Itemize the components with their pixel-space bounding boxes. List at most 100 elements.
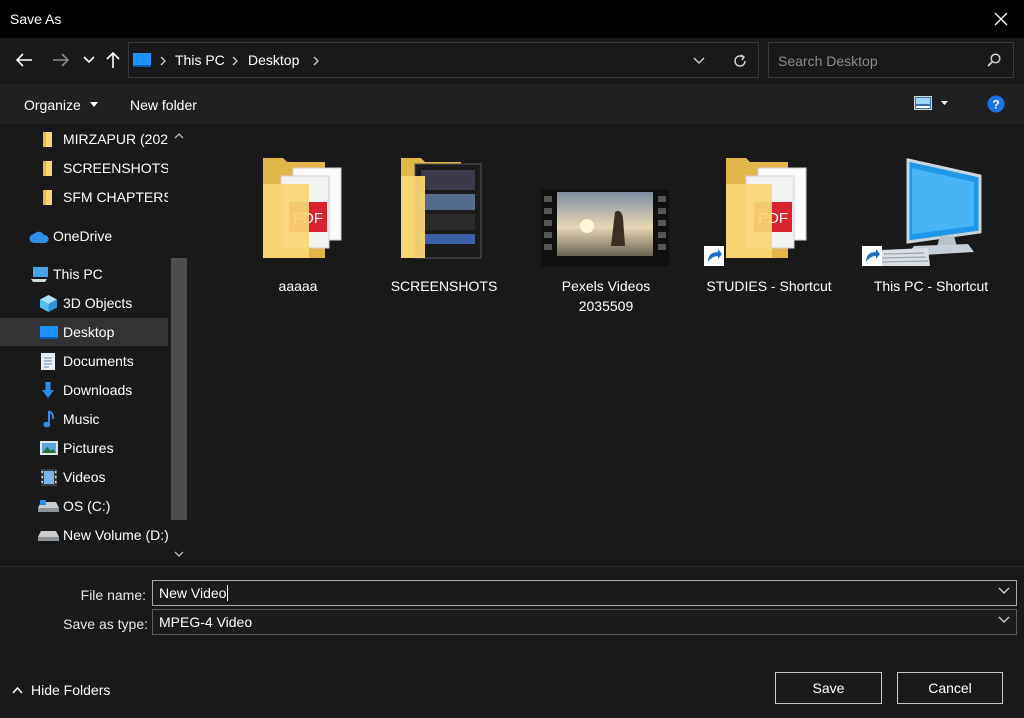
nav-item-onedrive[interactable]: OneDrive (0, 222, 168, 250)
nav-item-label: Videos (63, 469, 106, 485)
folder-icon (43, 161, 52, 176)
folder-icon (43, 190, 52, 205)
recent-locations-button[interactable] (77, 48, 101, 72)
dialog-title: Save As (10, 11, 62, 27)
scrollbar-thumb[interactable] (171, 258, 187, 520)
nav-item-desktop[interactable]: Desktop (0, 318, 168, 346)
nav-item-videos[interactable]: Videos (0, 463, 168, 491)
nav-item-label: Desktop (63, 324, 115, 340)
drive-icon (38, 500, 59, 512)
nav-item-documents[interactable]: Documents (0, 347, 168, 375)
search-icon[interactable] (987, 53, 1001, 67)
up-button[interactable] (101, 48, 125, 72)
nav-item-label: OS (C:) (63, 498, 111, 514)
cancel-button[interactable]: Cancel (897, 672, 1003, 704)
nav-item-mirzapur[interactable]: MIRZAPUR (2020 (0, 125, 171, 153)
nav-item-music[interactable]: Music (0, 405, 168, 433)
file-name: SCREENSHOTS (390, 278, 498, 294)
pictures-icon (40, 441, 58, 455)
refresh-icon[interactable] (732, 53, 748, 69)
screenshots-folder-icon (401, 158, 482, 259)
nav-item-new-volume-d[interactable]: New Volume (D:) (0, 521, 169, 549)
nav-item-screenshots[interactable]: SCREENSHOTS (0, 154, 170, 182)
hide-folders-label: Hide Folders (31, 682, 111, 698)
file-item[interactable]: This PC - Shortcut (850, 138, 1012, 294)
nav-item-this-pc[interactable]: This PC (0, 260, 168, 288)
breadcrumb-this-pc[interactable]: This PC (175, 52, 225, 68)
nav-item-label: This PC (53, 266, 103, 282)
organize-button[interactable]: Organize (24, 97, 98, 113)
organize-label: Organize (24, 97, 81, 113)
view-options-button[interactable] (914, 96, 948, 110)
chevron-right-icon (232, 56, 238, 66)
nav-item-pictures[interactable]: Pictures (0, 434, 168, 462)
nav-item-label: SCREENSHOTS (63, 160, 170, 176)
forward-button[interactable] (49, 48, 73, 72)
file-item[interactable]: Pexels Videos 2035509 (525, 138, 687, 314)
nav-item-3d-objects[interactable]: 3D Objects (0, 289, 168, 317)
save-button[interactable]: Save (775, 672, 882, 704)
video-thumbnail-icon (541, 190, 669, 266)
nav-item-label: 3D Objects (63, 295, 133, 311)
arrow-up-icon (106, 51, 120, 68)
cube-icon (40, 295, 57, 312)
caret-down-icon (89, 102, 98, 107)
nav-item-label: OneDrive (53, 228, 113, 244)
file-name: aaaaa (278, 278, 318, 294)
nav-item-label: Downloads (63, 382, 133, 398)
nav-item-downloads[interactable]: Downloads (0, 376, 168, 404)
videos-icon (41, 469, 57, 486)
pdf-folder-icon: PDF (263, 158, 342, 258)
caret-down-icon (941, 101, 948, 105)
chevron-down-icon[interactable] (998, 587, 1010, 595)
nav-item-label: Pictures (63, 440, 114, 456)
close-button[interactable] (978, 0, 1024, 38)
nav-scrollbar[interactable] (168, 124, 190, 566)
file-item[interactable]: PDF aaaaa (217, 138, 379, 294)
desktop-icon (133, 53, 151, 67)
file-name: Pexels Videos 2035509 (561, 278, 651, 314)
file-item[interactable]: PDF STUDIES - Shortcut (688, 138, 850, 294)
chevron-up-icon[interactable] (174, 133, 184, 139)
file-name: STUDIES - Shortcut (706, 278, 832, 294)
save-as-type-select[interactable]: MPEG-4 Video (152, 609, 1017, 635)
nav-item-os-c[interactable]: OS (C:) (0, 492, 168, 520)
chevron-down-icon[interactable] (998, 616, 1010, 624)
help-icon: ? (987, 95, 1005, 113)
desktop-icon (40, 326, 58, 339)
breadcrumb-desktop[interactable]: Desktop (248, 52, 299, 68)
nav-item-label: Documents (63, 353, 134, 369)
nav-item-label: SFM CHAPTERS (63, 189, 173, 205)
back-button[interactable] (12, 48, 36, 72)
search-box[interactable]: Search Desktop (768, 42, 1014, 78)
nav-item-label: New Volume (D:) (63, 527, 169, 543)
chevron-down-icon[interactable] (174, 551, 184, 557)
chevron-down-icon[interactable] (693, 57, 705, 65)
file-name-label: File name: (80, 587, 146, 603)
chevron-right-icon (160, 56, 166, 66)
file-name-value[interactable]: New Video (159, 585, 229, 601)
download-icon (42, 382, 54, 398)
file-item[interactable]: SCREENSHOTS (363, 138, 525, 294)
close-icon (994, 12, 1008, 26)
save-as-dialog: Save As This PC Desktop Search Desktop O… (0, 0, 1024, 718)
folder-icon (43, 132, 52, 147)
help-button[interactable]: ? (987, 95, 1005, 116)
file-name-field[interactable]: New Video (152, 580, 1017, 606)
chevron-right-icon (313, 56, 319, 66)
pdf-folder-shortcut-icon: PDF (704, 158, 807, 266)
file-name-text: New Video (159, 585, 227, 601)
search-input[interactable]: Search Desktop (778, 53, 878, 69)
svg-text:?: ? (992, 98, 999, 112)
nav-item-label: MIRZAPUR (2020 (63, 131, 171, 147)
address-bar[interactable]: This PC Desktop (128, 42, 759, 78)
music-icon (43, 410, 55, 428)
new-folder-button[interactable]: New folder (130, 97, 197, 113)
chevron-up-icon (12, 686, 23, 694)
document-icon (41, 353, 55, 370)
navigation-pane: MIRZAPUR (2020 SCREENSHOTS SFM CHAPTERS … (0, 124, 190, 566)
save-as-type-value: MPEG-4 Video (159, 614, 253, 630)
nav-item-sfm-chapters[interactable]: SFM CHAPTERS (0, 183, 173, 211)
hide-folders-button[interactable]: Hide Folders (12, 682, 110, 698)
text-cursor (227, 585, 229, 601)
